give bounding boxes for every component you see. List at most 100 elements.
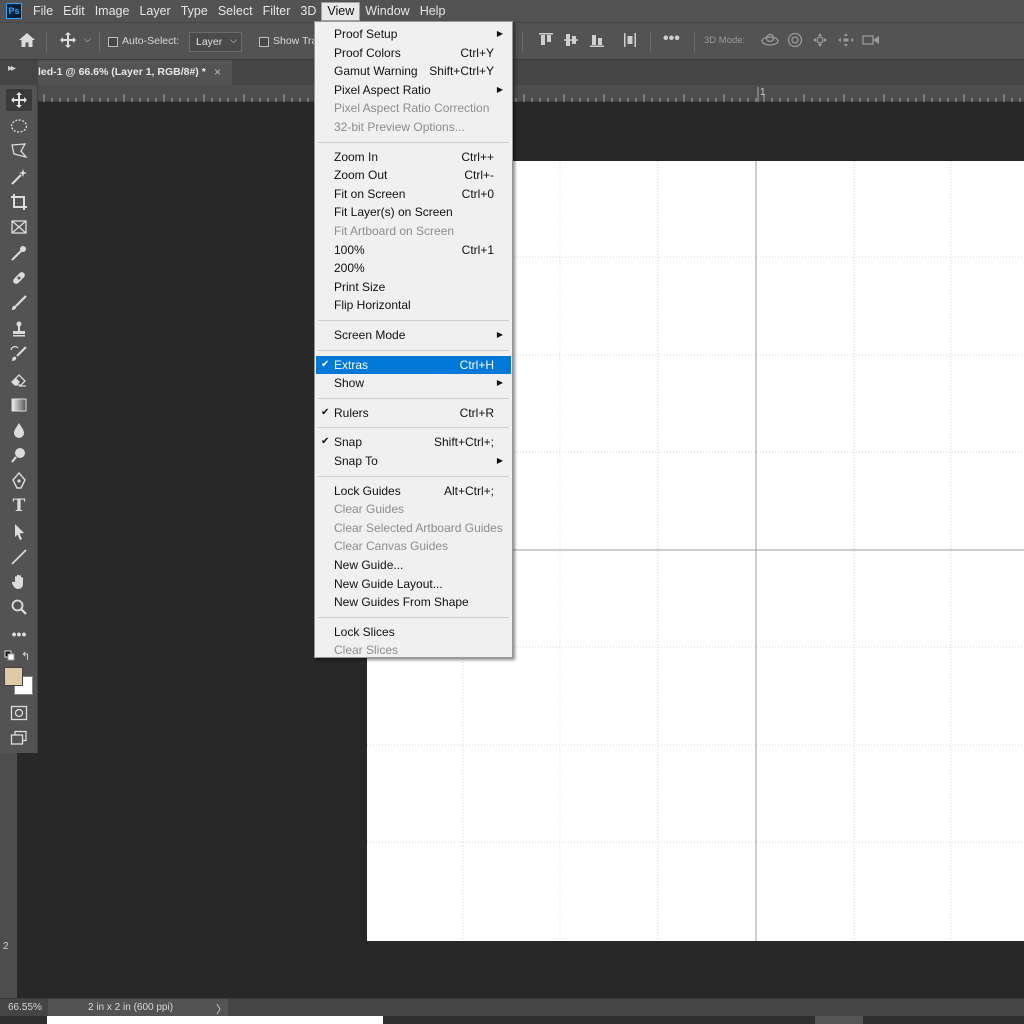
menu-3d[interactable]: 3D	[295, 1, 321, 21]
vertical-ruler[interactable]: 2	[0, 753, 17, 998]
eyedropper-tool-icon[interactable]	[6, 242, 32, 264]
menu-item-pixel-aspect-ratio[interactable]: Pixel Aspect Ratio ▶	[316, 81, 511, 99]
default-colors-icon[interactable]	[4, 650, 16, 665]
menu-item-snap-to[interactable]: Snap To ▶	[316, 452, 511, 470]
history-brush-tool-icon[interactable]	[6, 343, 32, 365]
magic-wand-tool-icon[interactable]	[6, 166, 32, 188]
menu-help[interactable]: Help	[415, 1, 451, 21]
auto-select-checkbox[interactable]	[108, 37, 118, 47]
document-info[interactable]: 2 in x 2 in (600 ppi)	[48, 999, 228, 1016]
menu-item-gamut-warning[interactable]: Gamut Warning Shift+Ctrl+Y	[316, 62, 511, 80]
eraser-tool-icon[interactable]	[6, 368, 32, 390]
menu-edit[interactable]: Edit	[58, 1, 90, 21]
menu-item-200[interactable]: 200%	[316, 259, 511, 277]
menu-item-label: Zoom Out	[334, 168, 388, 183]
menu-item-print-size[interactable]: Print Size	[316, 278, 511, 296]
3d-pan-icon[interactable]	[812, 32, 828, 52]
foreground-color-swatch[interactable]	[4, 667, 23, 686]
gradient-tool-icon[interactable]	[6, 394, 32, 416]
menu-item-100[interactable]: 100% Ctrl+1	[316, 241, 511, 259]
show-transform-controls-checkbox[interactable]	[259, 37, 269, 47]
3d-orbit-icon[interactable]	[760, 32, 780, 52]
path-selection-tool-icon[interactable]	[6, 521, 32, 543]
hand-tool-icon[interactable]	[6, 571, 32, 593]
menu-item-snap[interactable]: ✔ Snap Shift+Ctrl+;	[316, 433, 511, 451]
blur-tool-icon[interactable]	[6, 419, 32, 441]
elliptical-marquee-tool-icon[interactable]	[6, 115, 32, 137]
pen-tool-icon[interactable]	[6, 470, 32, 492]
menu-view[interactable]: View	[321, 1, 361, 21]
swap-colors-icon[interactable]: ↰	[21, 650, 30, 663]
menu-item-lock-guides[interactable]: Lock Guides Alt+Ctrl+;	[316, 482, 511, 500]
3d-roll-icon[interactable]	[787, 32, 803, 52]
move-tool-preset-icon[interactable]	[59, 31, 77, 53]
frame-tool-icon[interactable]	[6, 216, 32, 238]
menu-item-proof-colors[interactable]: Proof Colors Ctrl+Y	[316, 44, 511, 62]
status-menu-arrow-icon[interactable]: 〉	[216, 1001, 227, 1017]
checkmark-icon: ✔	[321, 358, 330, 370]
menu-item-shortcut: Shift+Ctrl+;	[433, 435, 494, 450]
menu-item-rulers[interactable]: ✔ Rulers Ctrl+R	[316, 404, 511, 422]
align-bottom-edges-icon[interactable]	[589, 32, 605, 52]
menu-item-lock-slices[interactable]: Lock Slices	[316, 623, 511, 641]
menu-item-label: New Guide...	[334, 558, 404, 572]
edit-toolbar-icon[interactable]: •••	[6, 623, 32, 645]
submenu-arrow-icon: ▶	[496, 29, 503, 38]
align-top-edges-icon[interactable]	[538, 32, 554, 52]
menu-window[interactable]: Window	[360, 1, 414, 21]
auto-select-target-dropdown[interactable]: Layer ⌵	[189, 32, 242, 52]
menu-item-fit-layer-s-on-screen[interactable]: Fit Layer(s) on Screen	[316, 203, 511, 221]
menu-item-flip-horizontal[interactable]: Flip Horizontal	[316, 296, 511, 314]
clone-stamp-tool-icon[interactable]	[6, 318, 32, 340]
menu-type[interactable]: Type	[176, 1, 213, 21]
dodge-tool-icon[interactable]	[6, 444, 32, 466]
screen-mode-icon[interactable]	[6, 727, 32, 749]
show-transform-controls-label: Show Tra	[273, 35, 318, 47]
preset-chevron-down-icon[interactable]: ⌵	[84, 34, 91, 45]
menu-filter[interactable]: Filter	[258, 1, 296, 21]
zoom-level[interactable]: 66.55%	[8, 1002, 42, 1013]
quick-mask-icon[interactable]	[6, 702, 32, 724]
menu-file[interactable]: File	[28, 1, 58, 21]
crop-tool-icon[interactable]	[6, 191, 32, 213]
home-icon[interactable]	[18, 32, 36, 52]
horizontal-ruler[interactable]: 1	[38, 85, 1024, 102]
polygonal-lasso-tool-icon[interactable]	[6, 140, 32, 162]
document-tab[interactable]: led-1 @ 66.6% (Layer 1, RGB/8#) *	[38, 60, 232, 85]
auto-select-target-value: Layer	[196, 36, 223, 48]
menu-item-new-guides-from-shape[interactable]: New Guides From Shape	[316, 593, 511, 611]
more-options-icon[interactable]: •••	[663, 30, 680, 48]
panel-collapse-icon[interactable]: ▸▸	[8, 63, 16, 74]
ruler-label-2: 2	[3, 941, 9, 952]
close-tab-icon[interactable]: ×	[214, 65, 221, 79]
status-bar: 66.55% 2 in x 2 in (600 ppi) 〉	[0, 998, 1024, 1016]
menu-item-screen-mode[interactable]: Screen Mode ▶	[316, 326, 511, 344]
menu-item-fit-on-screen[interactable]: Fit on Screen Ctrl+0	[316, 185, 511, 203]
scrollbar-thumb[interactable]	[815, 1016, 863, 1024]
menu-item-shortcut: Alt+Ctrl+;	[443, 483, 494, 498]
type-tool-icon[interactable]: T	[6, 495, 32, 517]
menu-separator	[318, 349, 509, 351]
brush-tool-icon[interactable]	[6, 292, 32, 314]
scrollbar-track[interactable]	[47, 1016, 383, 1024]
menu-item-zoom-in[interactable]: Zoom In Ctrl++	[316, 148, 511, 166]
menu-item-show[interactable]: Show ▶	[316, 374, 511, 392]
menu-item-new-guide[interactable]: New Guide...	[316, 556, 511, 574]
menu-item-zoom-out[interactable]: Zoom Out Ctrl+-	[316, 166, 511, 184]
3d-slide-icon[interactable]	[837, 32, 855, 52]
menu-item-new-guide-layout[interactable]: New Guide Layout...	[316, 575, 511, 593]
tools-panel: T ••• ↰	[0, 85, 38, 753]
move-tool-icon[interactable]	[6, 89, 32, 111]
menu-image[interactable]: Image	[90, 1, 135, 21]
menu-item-proof-setup[interactable]: Proof Setup ▶	[316, 25, 511, 43]
3d-scale-camera-icon[interactable]	[862, 32, 880, 52]
zoom-tool-icon[interactable]	[6, 596, 32, 618]
spot-healing-brush-tool-icon[interactable]	[6, 267, 32, 289]
checkmark-icon: ✔	[321, 406, 330, 418]
menu-layer[interactable]: Layer	[134, 1, 175, 21]
line-tool-icon[interactable]	[6, 546, 32, 568]
menu-select[interactable]: Select	[213, 1, 258, 21]
distribute-icon[interactable]	[622, 32, 638, 52]
align-vertical-centers-icon[interactable]	[563, 32, 579, 52]
menu-item-extras[interactable]: ✔ Extras Ctrl+H	[316, 355, 511, 374]
